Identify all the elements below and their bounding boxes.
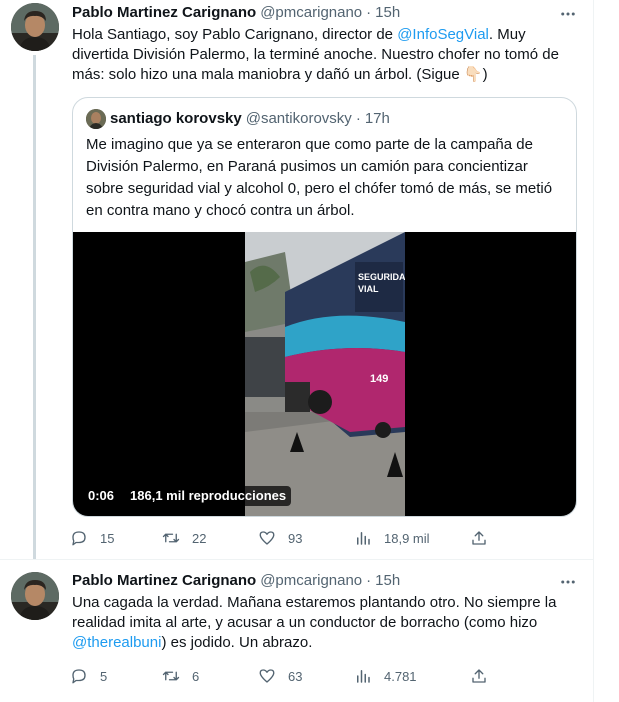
separator-dot: · — [355, 110, 361, 127]
retweet-count: 22 — [192, 530, 207, 546]
retweet-count: 6 — [192, 668, 200, 684]
tweet-text-before: Hola Santiago, soy Pablo Carignano, dire… — [72, 26, 398, 43]
more-horizontal-icon[interactable] — [556, 4, 580, 24]
retweet-icon — [162, 671, 180, 681]
retweet-icon — [162, 533, 180, 543]
share-upload-icon — [472, 531, 486, 545]
like-count: 63 — [288, 668, 303, 684]
views-chart-icon — [357, 532, 370, 545]
views-button[interactable]: 18,9 mil — [354, 528, 470, 548]
quoted-author-handle: @santikorovsky — [245, 110, 352, 127]
author-name[interactable]: Pablo Martinez Carignano — [72, 3, 256, 23]
share-button[interactable] — [470, 528, 488, 548]
avatar[interactable] — [11, 3, 59, 51]
quoted-avatar — [86, 109, 106, 129]
timestamp[interactable]: 15h — [375, 571, 400, 591]
share-button[interactable] — [470, 666, 488, 686]
mention-link[interactable]: @InfoSegVial — [397, 26, 489, 43]
reply-count: 5 — [100, 668, 108, 684]
tweet-header: Pablo Martinez Carignano @pmcarignano · … — [72, 571, 400, 591]
bus-label-2: VIAL — [358, 284, 379, 294]
like-button[interactable]: 63 — [258, 666, 354, 686]
separator-dot: · — [366, 572, 372, 589]
views-count: 18,9 mil — [384, 530, 430, 546]
tweet-text: Hola Santiago, soy Pablo Carignano, dire… — [72, 25, 582, 85]
quoted-tweet-text: Me imagino que ya se enteraron que como … — [86, 136, 553, 219]
tweet-header: Pablo Martinez Carignano @pmcarignano · … — [72, 3, 400, 23]
thread-line — [33, 55, 36, 560]
avatar[interactable] — [11, 572, 59, 620]
retweet-button[interactable]: 22 — [162, 528, 258, 548]
author-handle[interactable]: @pmcarignano — [260, 571, 362, 591]
bus-label-1: SEGURIDAD — [358, 272, 405, 282]
views-chart-icon — [357, 670, 370, 683]
like-count: 93 — [288, 530, 303, 546]
retweet-button[interactable]: 6 — [162, 666, 258, 686]
heart-icon — [259, 531, 275, 545]
tweet-text: Una cagada la verdad. Mañana estaremos p… — [72, 593, 582, 653]
quoted-author-name: santiago korovsky — [110, 110, 242, 127]
quoted-tweet[interactable]: santiago korovsky @santikorovsky · 17h M… — [72, 97, 577, 517]
author-name[interactable]: Pablo Martinez Carignano — [72, 571, 256, 591]
tweet[interactable]: Pablo Martinez Carignano @pmcarignano · … — [0, 560, 594, 702]
action-bar: 5 6 63 4.781 — [70, 666, 488, 686]
more-horizontal-icon[interactable] — [556, 572, 580, 592]
timestamp[interactable]: 15h — [375, 3, 400, 23]
bus-number: 149 — [370, 373, 388, 385]
quoted-timestamp: 17h — [364, 110, 390, 127]
action-bar: 15 22 93 18,9 mil — [70, 528, 488, 548]
reply-bubble-icon — [72, 669, 86, 684]
reply-bubble-icon — [72, 531, 86, 546]
author-handle[interactable]: @pmcarignano — [260, 3, 362, 23]
views-button[interactable]: 4.781 — [354, 666, 470, 686]
video-duration: 0:06 — [83, 486, 120, 506]
like-button[interactable]: 93 — [258, 528, 354, 548]
reply-button[interactable]: 15 — [70, 528, 162, 548]
tweet-text-before: Una cagada la verdad. Mañana estaremos p… — [72, 594, 557, 631]
quoted-tweet-header: santiago korovsky @santikorovsky · 17h — [86, 109, 390, 129]
views-count: 4.781 — [384, 668, 417, 684]
separator-dot: · — [366, 4, 372, 21]
reply-button[interactable]: 5 — [70, 666, 162, 686]
heart-icon — [259, 669, 275, 683]
reply-count: 15 — [100, 530, 115, 546]
video-overlay: 0:06 186,1 mil reproducciones — [83, 486, 292, 506]
tweet-text-after: ) es jodido. Un abrazo. — [161, 634, 313, 651]
mention-link[interactable]: @therealbuni — [72, 634, 161, 651]
share-upload-icon — [472, 669, 486, 683]
video-thumbnail: SEGURIDAD VIAL 149 — [245, 232, 405, 516]
video-views: 186,1 mil reproducciones — [125, 486, 292, 506]
video-player[interactable]: SEGURIDAD VIAL 149 0:06 186,1 mil reprod… — [73, 232, 576, 516]
tweet[interactable]: Pablo Martinez Carignano @pmcarignano · … — [0, 0, 594, 560]
